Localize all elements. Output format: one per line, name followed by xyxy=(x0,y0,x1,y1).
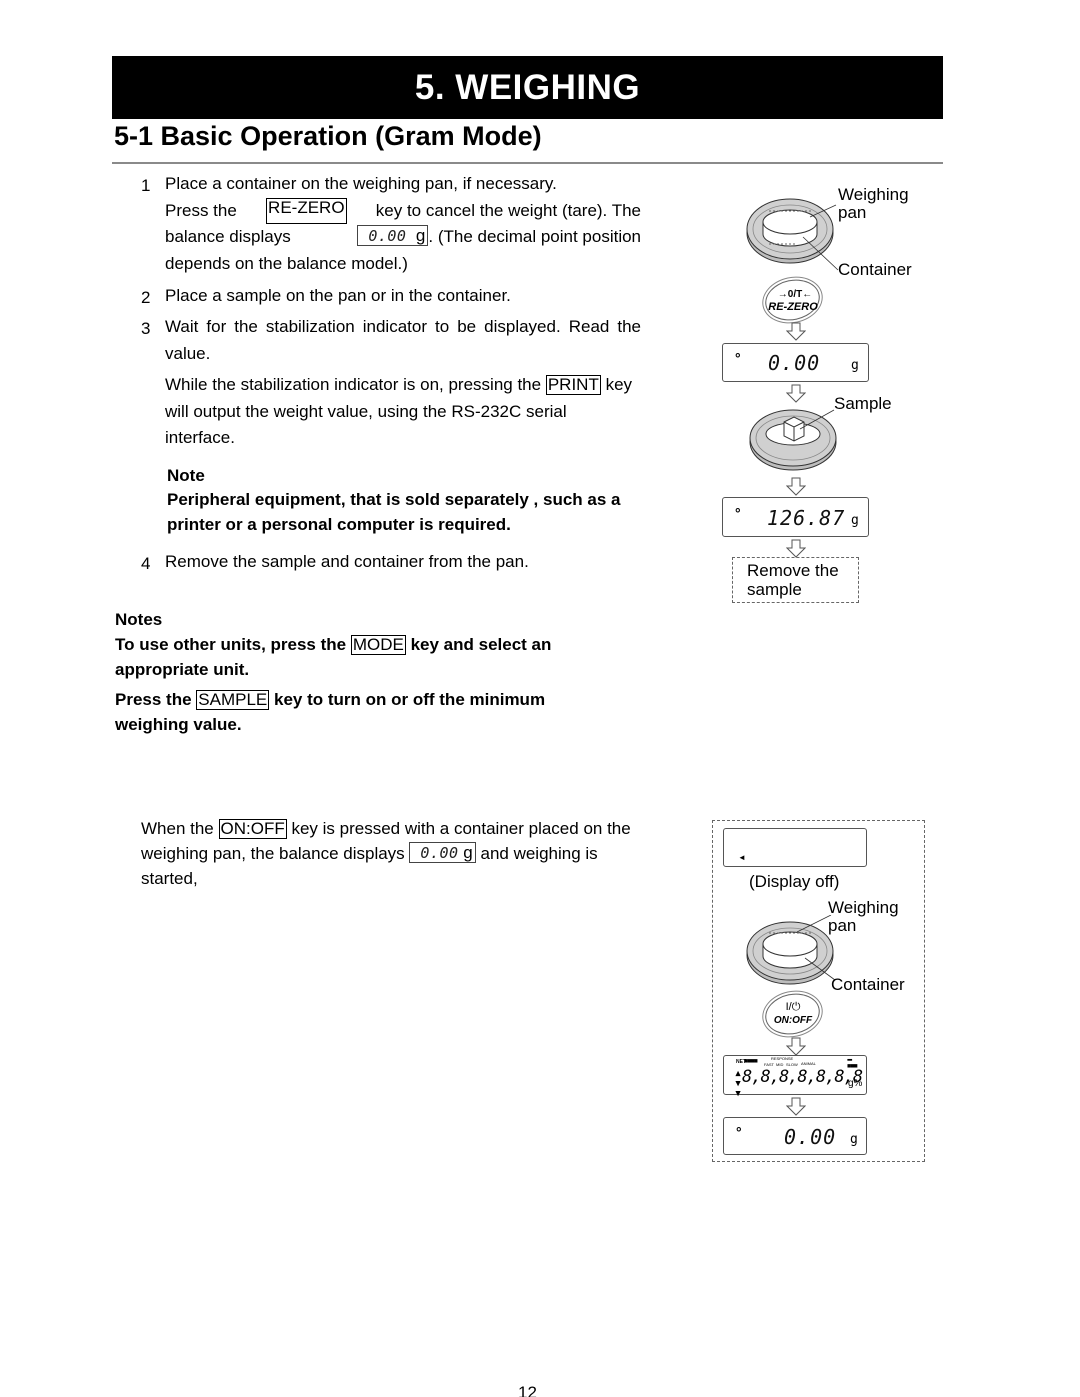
stable-indicator-icon: ° xyxy=(736,1124,742,1140)
step-1-line-1: Place a container on the weighing pan, i… xyxy=(165,174,557,193)
onoff-key-label: ON:OFF xyxy=(773,1015,813,1026)
step-3-print-info: While the stabilization indicator is on,… xyxy=(165,375,633,447)
step-4-number: 4 xyxy=(141,554,151,573)
inline-display: 0.00 g. (The decimal point position xyxy=(357,224,641,251)
inline-display: 0.00 g xyxy=(409,842,476,864)
weighing-pan-label-2: pan xyxy=(828,916,857,935)
display-unit: g xyxy=(851,513,859,528)
display-all-segments: NET ■■■■ RESPONSE FAST MID SLOW ANIMAL ▪… xyxy=(723,1055,867,1099)
section-divider xyxy=(112,162,943,164)
display-sample-weight: ° 126.87 g xyxy=(722,497,869,537)
down-arrow-icon xyxy=(786,477,806,496)
step-2-text: Place a sample on the pan or in the cont… xyxy=(165,286,511,305)
display-unit: g xyxy=(415,226,426,246)
step-3-text: Wait for the stabilization indicator to … xyxy=(165,317,641,363)
container-label: Container xyxy=(831,975,905,994)
onoff-key-symbol: I/⏻ xyxy=(785,1001,801,1013)
step-2-number: 2 xyxy=(141,288,151,307)
step-4-text: Remove the sample and container from the… xyxy=(165,552,529,571)
re-zero-key-label: RE-ZERO xyxy=(768,301,818,313)
remove-sample-label: Remove the sample xyxy=(747,561,839,599)
display-value: 0.00 xyxy=(420,844,459,863)
sample-label: Sample xyxy=(834,394,892,413)
response-tag: RESPONSE xyxy=(771,1056,794,1061)
weighing-pan-label-1: Weighing xyxy=(828,898,899,917)
weighing-pan-label-1: Weighing xyxy=(838,185,909,204)
weighing-pan-with-container-icon xyxy=(746,915,836,985)
notes-item-2: Press the SAMPLE key to turn on or off t… xyxy=(115,690,546,734)
weighing-pan-label-2: pan xyxy=(838,203,867,222)
display-value: 0.00 xyxy=(784,1125,837,1149)
down-arrow-icon xyxy=(786,1037,806,1056)
bar-segments-icon: ■■■■ xyxy=(744,1058,758,1065)
display-value: 8,8,8,8,8,8,8 xyxy=(742,1067,863,1087)
display-off: ◄ xyxy=(723,828,867,867)
animal-tag: ANIMAL xyxy=(801,1061,816,1066)
down-arrow-icon xyxy=(786,1097,806,1116)
step-1-line-4: depends on the balance model.) xyxy=(165,253,408,273)
note-text: Peripheral equipment, that is sold separ… xyxy=(167,490,621,534)
display-value: 126.87 xyxy=(767,506,846,530)
step-1-line-3: balance displays 0.00 g. (The decimal po… xyxy=(165,224,641,251)
sample-key: SAMPLE xyxy=(196,690,270,710)
display-zero: ° 0.00 g xyxy=(722,343,869,382)
display-value: 0.00 xyxy=(368,227,407,246)
display-value: 0.00 xyxy=(768,351,821,375)
re-zero-key: RE-ZERO xyxy=(266,197,347,224)
chapter-title-bar: 5. WEIGHING xyxy=(112,56,943,119)
step-3-number: 3 xyxy=(141,319,151,338)
down-arrow-icon xyxy=(786,539,806,558)
step-1-line-2: Press the RE-ZERO key to cancel the weig… xyxy=(165,197,641,224)
mode-key: MODE xyxy=(350,635,406,655)
step-1-number: 1 xyxy=(141,176,151,195)
stable-indicator-icon: ° xyxy=(735,350,741,366)
onoff-key: ON:OFF xyxy=(218,819,287,839)
indicator-arrow-icon: ◄ xyxy=(738,853,746,862)
notes-item-1: To use other units, press the MODE key a… xyxy=(115,635,552,679)
notes-title: Notes xyxy=(115,610,163,629)
weighing-pan-with-sample-icon xyxy=(749,409,837,471)
display-unit: g xyxy=(851,358,859,373)
down-arrow-icon xyxy=(786,384,806,403)
down-arrow-icon xyxy=(786,322,806,341)
display-off-label: (Display off) xyxy=(749,872,840,891)
chapter-title: 5. WEIGHING xyxy=(414,67,641,107)
display-zero: ° 0.00 g xyxy=(723,1117,867,1155)
leader-lines-icon xyxy=(802,204,839,271)
stable-indicator-icon: ° xyxy=(735,505,741,521)
display-unit: g% xyxy=(848,1078,863,1089)
container-label: Container xyxy=(838,260,912,279)
display-unit: g xyxy=(463,843,473,863)
note-title: Note xyxy=(167,466,205,485)
remove-sample-box: Remove the sample xyxy=(732,557,859,603)
print-key: PRINT xyxy=(545,375,601,395)
onoff-paragraph: When the ON:OFF key is pressed with a co… xyxy=(141,819,631,888)
step-1: Place a container on the weighing pan, i… xyxy=(165,171,641,277)
display-unit: g xyxy=(850,1132,858,1147)
re-zero-key-symbol: →0/T← xyxy=(777,289,813,300)
page-number: 12 xyxy=(518,1383,537,1397)
section-title: 5-1 Basic Operation (Gram Mode) xyxy=(114,121,542,151)
